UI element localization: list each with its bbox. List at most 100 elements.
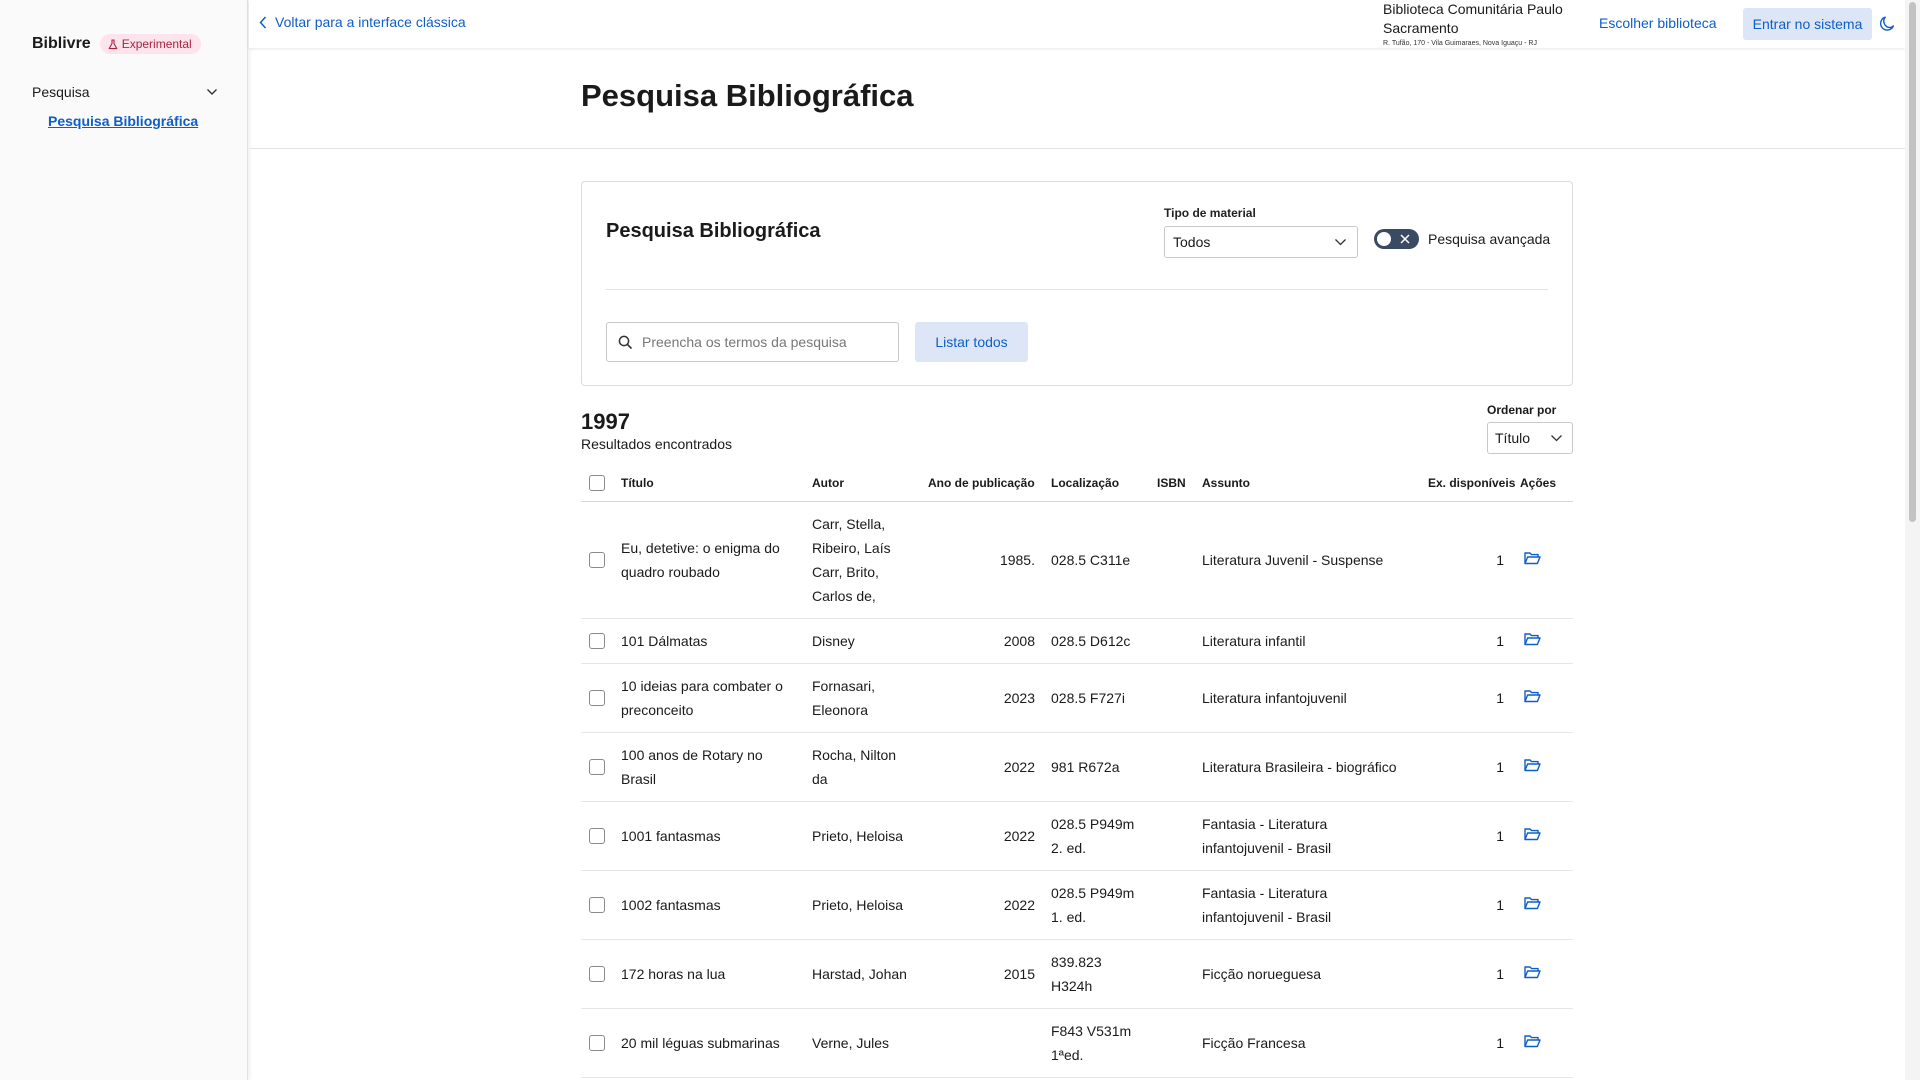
cell-year: 2015 bbox=[920, 939, 1043, 1009]
select-all-checkbox[interactable] bbox=[589, 475, 605, 492]
cell-author: Disney bbox=[804, 618, 920, 664]
cell-author: Carr, Stella, Ribeiro, Laís Carr, Brito,… bbox=[804, 501, 920, 619]
list-all-button[interactable]: Listar todos bbox=[915, 322, 1028, 362]
results-body: Eu, detetive: o enigma do quadro roubado… bbox=[581, 501, 1573, 1080]
cell-subject: Literatura Brasileira - biográfico bbox=[1194, 732, 1420, 802]
column-header-title[interactable]: Título bbox=[613, 466, 804, 502]
results-table: Título Autor Ano de publicação Localizaç… bbox=[581, 466, 1573, 1080]
table-row[interactable]: 20 mil léguas submarinas Verne, Jules F843… bbox=[581, 1008, 1573, 1078]
table-row[interactable]: 101 Dálmatas Disney 2008 028.5 D612c Literat… bbox=[581, 618, 1573, 664]
material-type-value: Todos bbox=[1173, 234, 1211, 250]
row-actions-cell bbox=[1512, 732, 1573, 802]
column-header-subject[interactable]: Assunto bbox=[1194, 466, 1420, 502]
column-header-available[interactable]: Ex. disponíveis bbox=[1420, 466, 1515, 502]
row-actions-cell bbox=[1512, 939, 1573, 1009]
choose-library-link[interactable]: Escolher biblioteca bbox=[1599, 15, 1717, 31]
column-header-author[interactable]: Autor bbox=[804, 466, 920, 502]
cell-available: 1 bbox=[1420, 939, 1512, 1009]
table-row[interactable]: Eu, detetive: o enigma do quadro roubado… bbox=[581, 501, 1573, 619]
column-header-isbn[interactable]: ISBN bbox=[1149, 466, 1194, 502]
cell-title: Eu, detetive: o enigma do quadro roubado bbox=[613, 501, 804, 619]
row-select-cell bbox=[581, 618, 613, 664]
table-row[interactable]: 100 anos de Rotary no Brasil Rocha, Nilto… bbox=[581, 732, 1573, 802]
brand-name[interactable]: Biblivre bbox=[32, 35, 91, 53]
page-scrollbar[interactable] bbox=[1905, 0, 1920, 1080]
folder-open-icon[interactable] bbox=[1524, 1034, 1541, 1048]
row-checkbox[interactable] bbox=[589, 632, 605, 649]
row-checkbox[interactable] bbox=[589, 896, 605, 913]
cell-year: 1985. bbox=[920, 501, 1043, 619]
column-header-location[interactable]: Localização bbox=[1043, 466, 1149, 502]
row-select-cell bbox=[581, 501, 613, 619]
row-actions-cell bbox=[1512, 618, 1573, 664]
login-button[interactable]: Entrar no sistema bbox=[1743, 8, 1872, 40]
cell-isbn bbox=[1149, 870, 1194, 940]
row-checkbox[interactable] bbox=[589, 689, 605, 706]
chevron-left-icon bbox=[259, 15, 267, 29]
folder-open-icon[interactable] bbox=[1524, 896, 1541, 910]
cell-available: 1 bbox=[1420, 870, 1512, 940]
row-checkbox[interactable] bbox=[589, 965, 605, 982]
row-checkbox[interactable] bbox=[589, 827, 605, 844]
table-row[interactable]: 1001 fantasmas Prieto, Heloisa 2022 028.5 P… bbox=[581, 801, 1573, 871]
cell-subject: Fantasia - Literatura infantojuvenil - B… bbox=[1194, 870, 1420, 940]
cell-available: 1 bbox=[1420, 732, 1512, 802]
cell-title: 101 Dálmatas bbox=[613, 618, 804, 664]
scrollbar-thumb[interactable] bbox=[1909, 2, 1916, 522]
flask-icon bbox=[108, 38, 118, 50]
search-input[interactable] bbox=[642, 334, 872, 350]
row-select-cell bbox=[581, 732, 613, 802]
cell-isbn bbox=[1149, 501, 1194, 619]
folder-open-icon[interactable] bbox=[1524, 551, 1541, 565]
table-header-row: Título Autor Ano de publicação Localizaç… bbox=[581, 466, 1573, 502]
cell-year: 2022 bbox=[920, 732, 1043, 802]
sidebar-item-pesquisa-bibliografica[interactable]: Pesquisa Bibliográfica bbox=[48, 113, 198, 129]
row-checkbox[interactable] bbox=[589, 758, 605, 775]
chevron-down-icon bbox=[1550, 434, 1563, 442]
row-select-cell bbox=[581, 870, 613, 940]
cell-subject: Literatura infantojuvenil bbox=[1194, 663, 1420, 733]
table-row[interactable]: 172 horas na lua Harstad, Johan 2015 839.82… bbox=[581, 939, 1573, 1009]
cell-year bbox=[920, 1008, 1043, 1078]
row-select-cell bbox=[581, 939, 613, 1009]
cell-title: 172 horas na lua bbox=[613, 939, 804, 1009]
moon-icon[interactable] bbox=[1879, 15, 1896, 32]
column-header-year[interactable]: Ano de publicação bbox=[920, 466, 1043, 502]
advanced-search-toggle[interactable] bbox=[1374, 229, 1419, 249]
folder-open-icon[interactable] bbox=[1524, 758, 1541, 772]
cell-subject: Literatura Juvenil - Suspense bbox=[1194, 501, 1420, 619]
cell-author: Harstad, Johan bbox=[804, 939, 920, 1009]
experimental-badge: Experimental bbox=[99, 34, 201, 54]
cell-title: 20 mil léguas submarinas bbox=[613, 1008, 804, 1078]
material-type-select[interactable]: Todos bbox=[1164, 226, 1358, 258]
search-field[interactable] bbox=[606, 322, 899, 362]
cell-available: 1 bbox=[1420, 663, 1512, 733]
results-count-label: Resultados encontrados bbox=[581, 436, 732, 452]
cell-location: 981 R672a bbox=[1043, 732, 1149, 802]
card-divider bbox=[606, 289, 1548, 290]
folder-open-icon[interactable] bbox=[1524, 827, 1541, 841]
material-type-label: Tipo de material bbox=[1164, 206, 1256, 220]
table-row[interactable]: 1002 fantasmas Prieto, Heloisa 2022 028.5 P… bbox=[581, 870, 1573, 940]
cell-location: 028.5 F727i bbox=[1043, 663, 1149, 733]
results-count: 1997 bbox=[581, 409, 630, 434]
cell-title: 1001 fantasmas bbox=[613, 801, 804, 871]
advanced-search-toggle-group: Pesquisa avançada bbox=[1374, 229, 1550, 249]
table-row[interactable]: 10 ideias para combater o preconceito For… bbox=[581, 663, 1573, 733]
folder-open-icon[interactable] bbox=[1524, 632, 1541, 646]
nav-group-pesquisa[interactable]: Pesquisa bbox=[32, 84, 218, 100]
back-to-classic-link[interactable]: Voltar para a interface clássica bbox=[259, 14, 466, 30]
cell-author: Verne, Jules bbox=[804, 1008, 920, 1078]
sort-select[interactable]: Título bbox=[1487, 422, 1573, 454]
row-actions-cell bbox=[1512, 501, 1573, 619]
folder-open-icon[interactable] bbox=[1524, 965, 1541, 979]
cell-year: 2022 bbox=[920, 801, 1043, 871]
folder-open-icon[interactable] bbox=[1524, 689, 1541, 703]
cell-location: 028.5 C311e bbox=[1043, 501, 1149, 619]
cell-subject: Ficção Francesa bbox=[1194, 1008, 1420, 1078]
row-checkbox[interactable] bbox=[589, 1034, 605, 1051]
library-name: Biblioteca Comunitária Paulo Sacramento bbox=[1383, 1, 1563, 36]
row-checkbox[interactable] bbox=[589, 551, 605, 568]
library-info: Biblioteca Comunitária Paulo Sacramento … bbox=[1383, 0, 1583, 47]
cell-isbn bbox=[1149, 618, 1194, 664]
